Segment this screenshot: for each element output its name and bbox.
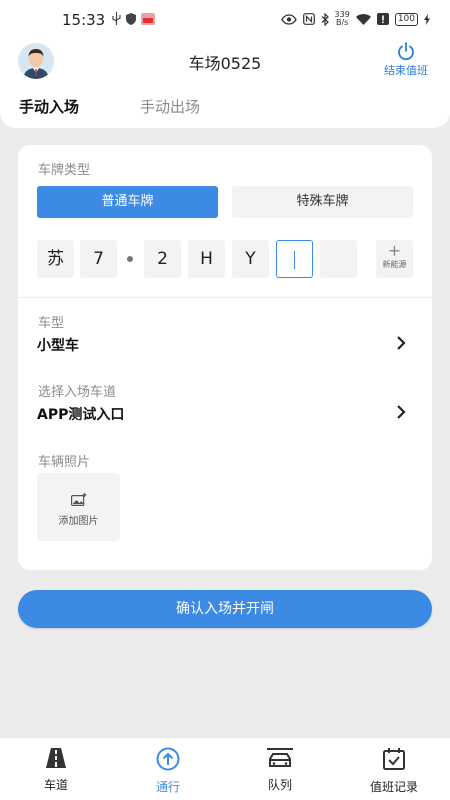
- eye-icon: [280, 13, 297, 25]
- alert-icon: [376, 13, 389, 25]
- new-energy-button[interactable]: + 新能源: [376, 240, 413, 278]
- lane-label: 选择入场车道: [38, 385, 117, 400]
- nfc-icon: [302, 13, 315, 25]
- nav-label: 队列: [267, 778, 292, 792]
- status-time: 15:33: [62, 11, 106, 29]
- header-card: 车场0525 结束值班 手动入场 手动出场: [0, 40, 450, 128]
- shield-icon: [126, 12, 136, 25]
- net-speed: 339 B/s: [334, 10, 350, 27]
- car-queue-icon: [267, 748, 293, 767]
- vehicle-photo-label: 车辆照片: [38, 455, 91, 470]
- upload-arrow-icon: [156, 747, 180, 771]
- entry-form-card: 车牌类型 普通车牌 特殊车牌 苏 7 2 H Y + 新能源 车型 小型车 选择…: [18, 145, 432, 570]
- chevron-right-icon[interactable]: [395, 404, 407, 420]
- end-shift-label: 结束值班: [384, 64, 428, 77]
- nav-label: 通行: [155, 780, 180, 794]
- plate-char-3[interactable]: 2: [144, 240, 181, 278]
- add-photo-label: 添加图片: [58, 516, 99, 527]
- nav-label: 值班记录: [369, 780, 418, 794]
- calendar-check-icon: [383, 748, 405, 770]
- battery-indicator: 100: [394, 12, 418, 26]
- confirm-entry-button[interactable]: 确认入场并开闸: [18, 590, 432, 628]
- status-bar: 15:33 339 B/s 100: [0, 0, 450, 40]
- nav-item-shift-records[interactable]: 值班记录: [354, 747, 434, 795]
- plate-char-6-active[interactable]: [276, 240, 313, 278]
- power-icon: [398, 42, 414, 61]
- plate-char-5[interactable]: Y: [232, 240, 269, 278]
- charging-icon: [424, 13, 430, 25]
- plus-icon: +: [387, 241, 402, 260]
- app-notification-icon: [141, 12, 155, 25]
- vehicle-type-value[interactable]: 小型车: [37, 335, 79, 355]
- add-photo-button[interactable]: 添加图片: [37, 473, 120, 541]
- plate-type-label: 车牌类型: [38, 163, 91, 178]
- bottom-nav: 车道 通行 队列 值班记录: [0, 737, 450, 800]
- nav-item-lanes[interactable]: 车道: [16, 747, 96, 793]
- plate-separator-dot: [127, 256, 133, 262]
- plate-char-province[interactable]: 苏: [37, 240, 74, 278]
- text-cursor: [294, 251, 295, 269]
- plate-char-4[interactable]: H: [188, 240, 225, 278]
- wifi-icon: [355, 13, 371, 25]
- plate-char-7[interactable]: [320, 240, 357, 278]
- bluetooth-icon: [321, 12, 329, 26]
- divider: [18, 297, 432, 298]
- vehicle-type-label: 车型: [38, 316, 65, 331]
- nav-label: 车道: [43, 778, 68, 792]
- tab-manual-entry[interactable]: 手动入场: [19, 96, 79, 117]
- plate-char-2[interactable]: 7: [80, 240, 117, 278]
- road-icon: [46, 748, 66, 768]
- chevron-right-icon[interactable]: [395, 335, 407, 351]
- nav-item-queue[interactable]: 队列: [240, 747, 320, 793]
- usb-icon: [112, 12, 121, 25]
- tab-manual-exit[interactable]: 手动出场: [140, 96, 200, 117]
- plate-type-special-button[interactable]: 特殊车牌: [232, 186, 413, 218]
- add-image-icon: [70, 493, 86, 507]
- nav-item-pass[interactable]: 通行: [128, 747, 208, 795]
- new-energy-label: 新能源: [382, 260, 407, 269]
- plate-type-normal-button[interactable]: 普通车牌: [37, 186, 218, 218]
- lane-value[interactable]: APP测试入口: [37, 404, 124, 424]
- end-shift-button[interactable]: 结束值班: [379, 41, 433, 78]
